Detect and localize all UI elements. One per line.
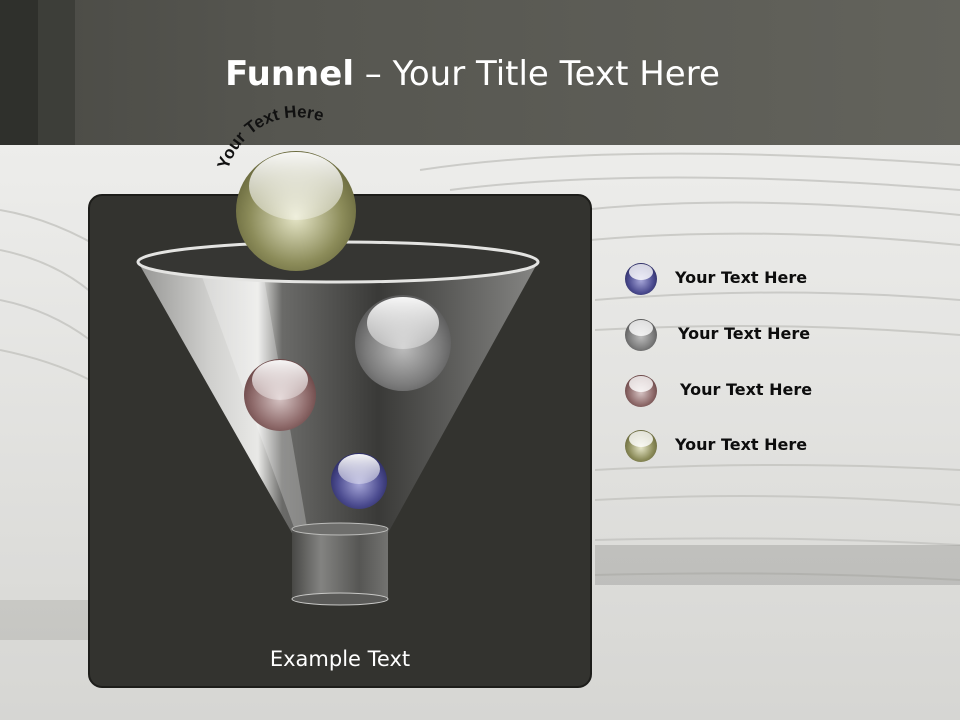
ball-olive: [236, 151, 356, 271]
ball-gray: [355, 295, 451, 391]
legend-label: Your Text Here: [680, 380, 813, 399]
legend-label: Your Text Here: [675, 268, 808, 287]
example-text: Example Text: [269, 647, 411, 671]
legend-label: Your Text Here: [675, 435, 808, 454]
funnel-graphic: Your Text Here: [136, 102, 540, 606]
ball-blue: [331, 453, 387, 509]
ball-rose: [244, 359, 316, 431]
legend-label: Your Text Here: [678, 324, 811, 343]
legend-ball-gray-icon: [625, 319, 657, 351]
funnel-spout: [292, 528, 388, 600]
legend-ball-blue-icon: [625, 263, 657, 295]
legend-ball-olive-icon: [625, 430, 657, 462]
legend-ball-rose-icon: [625, 375, 657, 407]
